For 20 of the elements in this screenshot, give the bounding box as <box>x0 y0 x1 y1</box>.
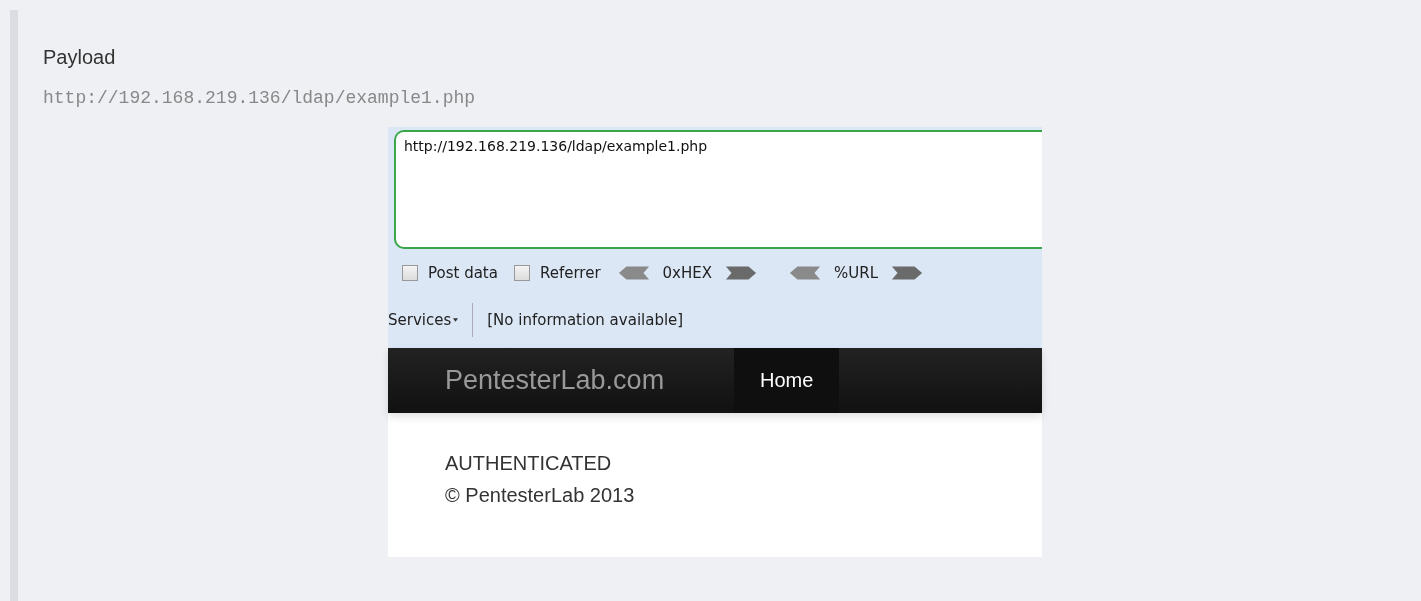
encoder-label: 0xHEX <box>662 264 713 282</box>
content-text: AUTHENTICATED <box>445 451 613 476</box>
left-chevron-icon[interactable] <box>616 265 651 281</box>
right-chevron-icon[interactable] <box>724 265 759 281</box>
checkbox[interactable] <box>402 265 418 281</box>
code-line: http://192.168.219.136/ldap/example1.php <box>43 87 477 110</box>
services-menu[interactable]: Services <box>388 311 459 329</box>
right-chevron-icon[interactable] <box>890 265 925 281</box>
brand-link[interactable]: PentesterLab.com <box>388 348 734 413</box>
heading: Payload <box>43 45 117 70</box>
info-text: [No information available] <box>487 311 684 329</box>
checkbox[interactable] <box>513 265 530 281</box>
caret-icon <box>453 318 459 322</box>
encoder-label: %URL <box>834 264 879 282</box>
content-text: © PentesterLab 2013 <box>445 483 636 508</box>
nav-link[interactable]: Home <box>734 348 840 413</box>
checkbox-label: Post data <box>428 264 498 282</box>
checkbox-label: Referrer <box>539 264 601 282</box>
url-field[interactable]: http://192.168.219.136/ldap/example1.php <box>394 130 1042 249</box>
left-chevron-icon[interactable] <box>788 265 823 281</box>
